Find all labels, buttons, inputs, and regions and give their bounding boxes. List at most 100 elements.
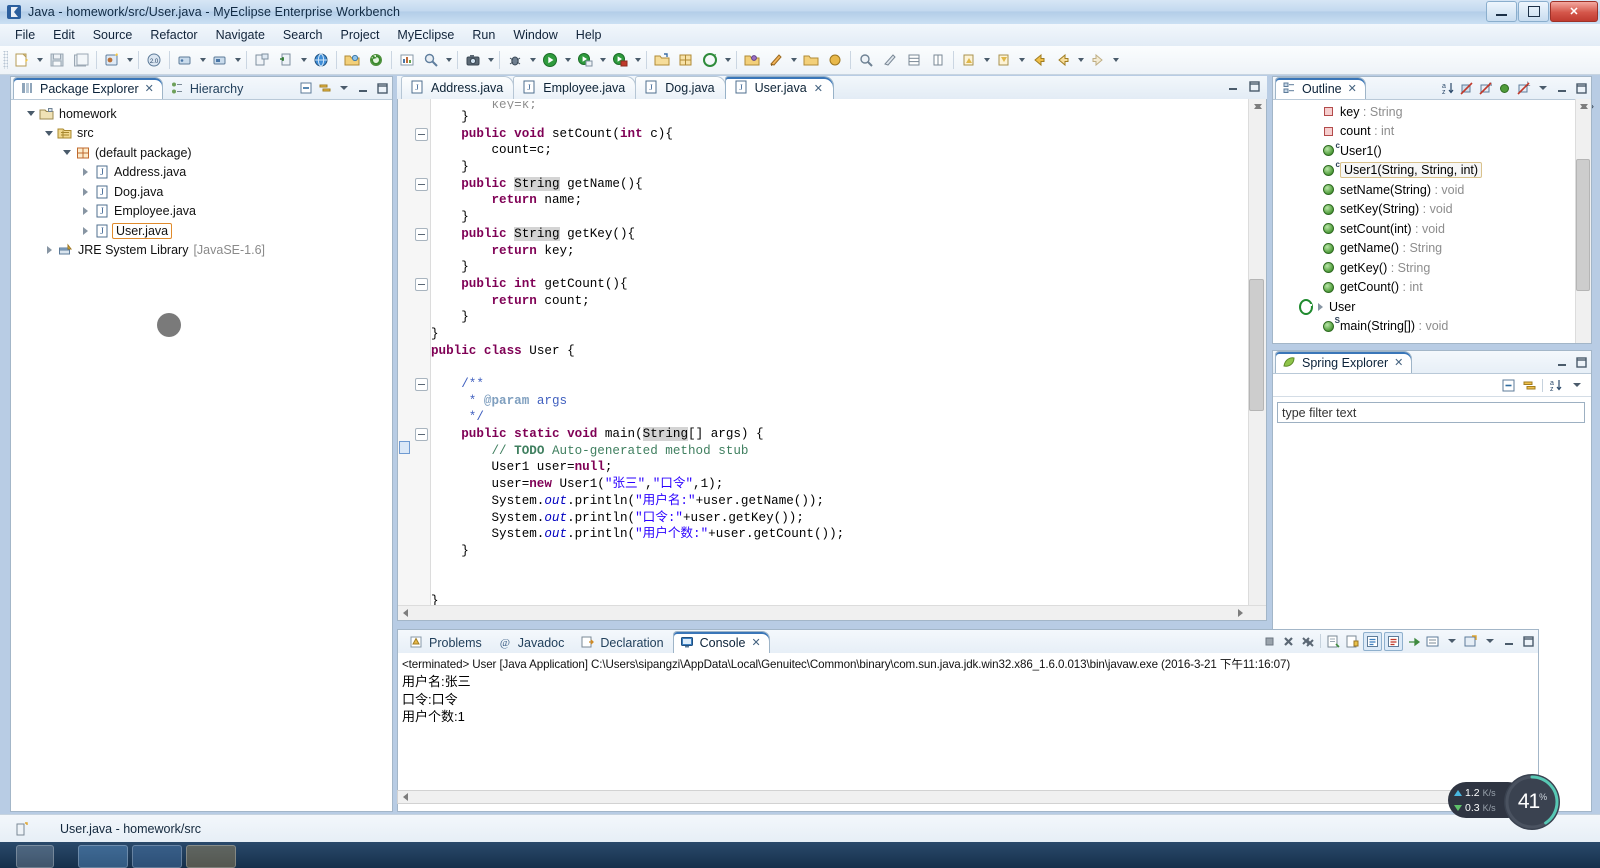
tree-item-homework[interactable]: homework <box>11 104 392 124</box>
menu-source[interactable]: Source <box>84 26 142 44</box>
maximize-view-button[interactable] <box>1572 80 1589 97</box>
outline-item-getname[interactable]: getName() : String <box>1273 239 1576 259</box>
outline-item-main[interactable]: S main(String[]) : void <box>1273 316 1576 337</box>
previous-annotation-dropdown-icon[interactable] <box>1016 49 1027 71</box>
editor-vertical-scrollbar[interactable] <box>1248 99 1266 606</box>
scroll-right-icon[interactable] <box>1234 607 1246 619</box>
editor-tab-address-java[interactable]: J Address.java <box>401 76 515 99</box>
close-icon[interactable]: ✕ <box>145 82 154 95</box>
external-tools-dropdown-icon[interactable] <box>597 49 608 71</box>
link-with-editor-button[interactable] <box>1521 377 1538 394</box>
sort-alphabetically-button[interactable]: az <box>1439 80 1456 97</box>
scroll-thumb[interactable] <box>1576 159 1590 291</box>
collapse-arrow-icon[interactable] <box>79 205 91 217</box>
run-db-button[interactable] <box>274 48 298 72</box>
console-dropdown-icon[interactable] <box>1443 633 1460 650</box>
editor-horizontal-scrollbar[interactable] <box>398 605 1266 620</box>
tab-outline[interactable]: Outline ✕ <box>1275 77 1366 99</box>
back-dropdown-icon[interactable] <box>1075 49 1086 71</box>
tree-item-address-java[interactable]: J Address.java <box>11 163 392 183</box>
show-console-on-error-button[interactable] <box>1384 631 1403 651</box>
tree-item-dog-java[interactable]: J Dog.java <box>11 182 392 202</box>
hide-static-members-button[interactable]: s <box>1477 80 1494 97</box>
server-start-button[interactable] <box>173 48 197 72</box>
new-wizard-button[interactable] <box>10 48 34 72</box>
collapse-all-button[interactable] <box>1500 377 1517 394</box>
display-selected-console-button[interactable] <box>1424 633 1441 650</box>
search-dropdown-icon[interactable] <box>443 49 454 71</box>
scroll-left-icon[interactable] <box>399 607 411 619</box>
close-button[interactable]: ✕ <box>1550 1 1598 22</box>
hide-local-types-button[interactable]: L <box>1515 80 1532 97</box>
outline-scrollbar[interactable] <box>1575 99 1591 343</box>
minimize-view-button[interactable] <box>354 80 371 97</box>
minimize-editor-button[interactable] <box>1226 79 1242 95</box>
code-editor[interactable]: key=k; } public void setCount(int c){ co… <box>397 99 1267 621</box>
editor-tab-dog-java[interactable]: J Dog.java <box>635 76 726 99</box>
tab-problems[interactable]: Problems <box>402 631 491 653</box>
close-icon[interactable]: ✕ <box>1348 82 1357 95</box>
maximize-view-button[interactable] <box>1519 633 1536 650</box>
tab-spring-explorer[interactable]: Spring Explorer ✕ <box>1275 351 1413 373</box>
open-resource-button[interactable] <box>799 48 823 72</box>
open-console-button[interactable] <box>1462 633 1479 650</box>
taskbar-app-1[interactable] <box>78 845 128 868</box>
back-history-button[interactable] <box>1051 48 1075 72</box>
fold-toggle-icon[interactable] <box>415 378 428 391</box>
markers-dropdown-icon[interactable] <box>722 49 733 71</box>
forward-dropdown-icon[interactable] <box>1110 49 1121 71</box>
run-config-dropdown-icon[interactable] <box>632 49 643 71</box>
new-wizard-dropdown-icon[interactable] <box>34 49 45 71</box>
filter-input[interactable]: type filter text <box>1277 402 1585 423</box>
view-menu-button[interactable] <box>1568 377 1585 394</box>
outline-item-getkey[interactable]: getKey() : String <box>1273 258 1576 278</box>
search-button[interactable] <box>419 48 443 72</box>
collapse-all-button[interactable] <box>297 80 314 97</box>
link-with-editor-button[interactable] <box>316 80 333 97</box>
view-menu-button[interactable] <box>335 80 352 97</box>
new-java-project-button[interactable] <box>100 48 124 72</box>
outline-item-setkey[interactable]: setKey(String) : void <box>1273 200 1576 220</box>
vertical-scroll-thumb[interactable] <box>1249 279 1264 411</box>
server-stop-button[interactable] <box>208 48 232 72</box>
resource-gauge-widget[interactable]: 41% <box>1504 774 1560 830</box>
tab-javadoc[interactable]: @ Javadoc <box>491 631 574 653</box>
refresh-button[interactable] <box>364 48 388 72</box>
minimize-button[interactable] <box>1486 1 1517 22</box>
console-view-menu-button[interactable] <box>1481 633 1498 650</box>
menu-run[interactable]: Run <box>463 26 504 44</box>
menu-help[interactable]: Help <box>567 26 611 44</box>
tree-item-user-java[interactable]: J User.java <box>11 221 392 241</box>
outline-item-user1-ctor[interactable]: c User1() <box>1273 141 1576 161</box>
tree-item-employee-java[interactable]: J Employee.java <box>11 202 392 222</box>
expand-arrow-icon[interactable] <box>1314 301 1326 313</box>
debug-dropdown-icon[interactable] <box>527 49 538 71</box>
remove-launch-button[interactable] <box>1280 633 1297 650</box>
save-button[interactable] <box>45 48 69 72</box>
close-icon[interactable]: ✕ <box>1394 356 1403 369</box>
tab-declaration[interactable]: Declaration <box>573 631 672 653</box>
scroll-down-icon[interactable] <box>1252 100 1264 112</box>
outline-item-count[interactable]: count : int <box>1273 122 1576 142</box>
new-database-button[interactable] <box>250 48 274 72</box>
external-tool-extra-button[interactable] <box>823 48 847 72</box>
next-annotation-button[interactable] <box>957 48 981 72</box>
forward-button[interactable] <box>1086 48 1110 72</box>
outline-item-setcount[interactable]: setCount(int) : void <box>1273 219 1576 239</box>
toolbar-grip[interactable] <box>3 51 8 69</box>
menu-myeclipse[interactable]: MyEclipse <box>388 26 463 44</box>
open-folder-button[interactable] <box>340 48 364 72</box>
open-type-button[interactable] <box>740 48 764 72</box>
fold-toggle-icon[interactable] <box>415 178 428 191</box>
new-project-dropdown-icon[interactable] <box>124 49 135 71</box>
web-browser-button[interactable] <box>309 48 333 72</box>
expand-arrow-icon[interactable] <box>25 108 37 120</box>
minimize-view-button[interactable] <box>1553 354 1570 371</box>
taskbar-start-button[interactable] <box>16 845 54 868</box>
server-stop-dropdown-icon[interactable] <box>232 49 243 71</box>
fold-toggle-icon[interactable] <box>415 228 428 241</box>
folding-ruler[interactable] <box>412 99 431 606</box>
maximize-button[interactable] <box>1518 1 1549 22</box>
outline-item-user1-ctor-args[interactable]: c User1(String, String, int) <box>1273 160 1576 181</box>
hide-fields-button[interactable] <box>1458 80 1475 97</box>
